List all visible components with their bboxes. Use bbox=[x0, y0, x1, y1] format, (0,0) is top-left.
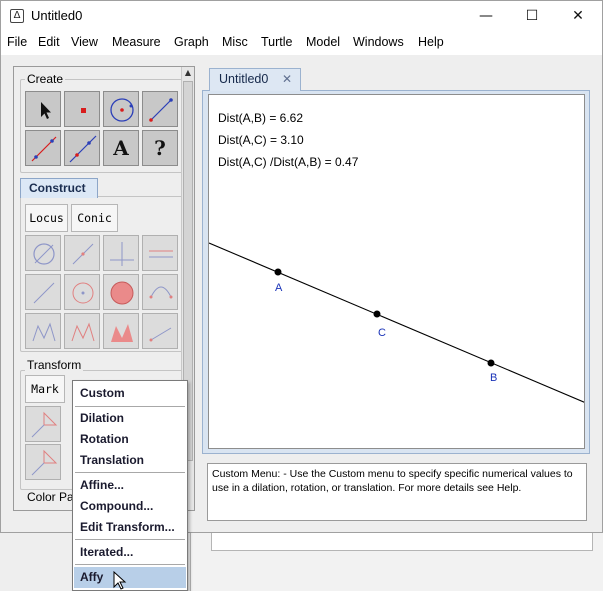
menu-bar: File Edit View Measure Graph Misc Turtle… bbox=[1, 31, 602, 55]
perpendicular-circle-tool[interactable] bbox=[25, 235, 61, 271]
menu-file[interactable]: File bbox=[7, 35, 27, 49]
circle-icon bbox=[110, 98, 134, 122]
point-label-b: B bbox=[490, 372, 498, 384]
polygon-icon bbox=[32, 322, 56, 342]
menu-item-affine[interactable]: Affine... bbox=[74, 475, 186, 496]
menu-separator bbox=[75, 472, 185, 473]
point-a[interactable] bbox=[274, 268, 282, 276]
midpoint-tool[interactable] bbox=[64, 235, 100, 271]
circle-slash-icon bbox=[33, 243, 55, 265]
locus-button[interactable]: Locus bbox=[25, 204, 68, 232]
construct-tab[interactable]: Construct bbox=[20, 178, 98, 198]
line-through-points[interactable] bbox=[209, 242, 585, 403]
point-c[interactable] bbox=[373, 310, 381, 318]
menu-graph[interactable]: Graph bbox=[174, 35, 209, 49]
menu-measure[interactable]: Measure bbox=[112, 35, 161, 49]
parallel-icon bbox=[149, 250, 173, 258]
point-icon bbox=[81, 108, 86, 113]
parallel-tool[interactable] bbox=[142, 235, 178, 271]
color-palette-title: Color Pa bbox=[25, 490, 76, 504]
segment-icon bbox=[149, 98, 173, 122]
filled-polygon-tool[interactable] bbox=[103, 313, 139, 349]
menu-item-dilation[interactable]: Dilation bbox=[74, 408, 186, 429]
window-title: Untitled0 bbox=[31, 8, 83, 23]
menu-view[interactable]: View bbox=[71, 35, 98, 49]
text-tool[interactable]: A bbox=[103, 130, 139, 166]
polyline-tool[interactable] bbox=[64, 313, 100, 349]
scroll-up-icon[interactable]: ▲ bbox=[182, 67, 194, 79]
menu-item-custom[interactable]: Custom bbox=[74, 383, 186, 404]
menu-item-affy[interactable]: Affy bbox=[74, 567, 186, 588]
filled-circle-icon bbox=[110, 281, 134, 305]
transform-group-title: Transform bbox=[25, 358, 84, 372]
polyline-icon bbox=[71, 322, 95, 342]
point-tool[interactable] bbox=[64, 91, 100, 127]
line-icon bbox=[69, 135, 97, 163]
reflect-icon bbox=[31, 411, 58, 438]
menu-separator bbox=[75, 406, 185, 407]
menu-windows[interactable]: Windows bbox=[353, 35, 404, 49]
midpoint-icon bbox=[72, 243, 94, 265]
help-tool[interactable]: ? bbox=[142, 130, 178, 166]
menu-separator bbox=[75, 564, 185, 565]
minimize-button[interactable]: — bbox=[463, 1, 509, 31]
conic-button[interactable]: Conic bbox=[71, 204, 118, 232]
arrow-pointer-icon bbox=[41, 102, 51, 119]
point-label-a: A bbox=[275, 282, 283, 294]
filled-polygon-icon bbox=[111, 324, 133, 342]
polygon-tool[interactable] bbox=[25, 313, 61, 349]
dilate-tool[interactable] bbox=[25, 444, 61, 480]
close-tab-icon[interactable]: ✕ bbox=[282, 69, 292, 90]
circle-center-icon bbox=[72, 282, 94, 304]
vector-tool[interactable] bbox=[142, 313, 178, 349]
menu-misc[interactable]: Misc bbox=[222, 35, 248, 49]
sketch-canvas[interactable]: Dist(A,B) = 6.62 Dist(A,C) = 3.10 Dist(A… bbox=[208, 94, 585, 449]
circle-tool[interactable] bbox=[103, 91, 139, 127]
point-label-c: C bbox=[378, 327, 386, 339]
title-bar[interactable]: Δ Untitled0 — ☐ ✕ bbox=[1, 1, 602, 31]
mark-button[interactable]: Mark bbox=[25, 375, 65, 403]
background-window-frame bbox=[211, 533, 593, 551]
mouse-cursor-icon bbox=[113, 571, 127, 590]
menu-item-iterated[interactable]: Iterated... bbox=[74, 542, 186, 563]
perpendicular-tool[interactable] bbox=[103, 235, 139, 271]
menu-item-edit-transform[interactable]: Edit Transform... bbox=[74, 517, 186, 538]
filled-circle-tool[interactable] bbox=[103, 274, 139, 310]
arc-tool[interactable] bbox=[142, 274, 178, 310]
menu-model[interactable]: Model bbox=[306, 35, 340, 49]
tab-untitled0[interactable]: Untitled0 ✕ bbox=[209, 68, 301, 91]
line-tool[interactable] bbox=[64, 130, 100, 166]
geometry-layer bbox=[209, 242, 585, 403]
app-icon: Δ bbox=[10, 9, 24, 23]
perpendicular-icon bbox=[110, 242, 134, 266]
menu-item-rotation[interactable]: Rotation bbox=[74, 429, 186, 450]
menu-turtle[interactable]: Turtle bbox=[261, 35, 293, 49]
point-b[interactable] bbox=[487, 359, 495, 367]
reflect-tool[interactable] bbox=[25, 406, 61, 442]
segment-tool[interactable] bbox=[142, 91, 178, 127]
maximize-button[interactable]: ☐ bbox=[509, 1, 555, 31]
ray-tool[interactable] bbox=[25, 130, 61, 166]
menu-edit[interactable]: Edit bbox=[38, 35, 60, 49]
background-window bbox=[190, 533, 603, 591]
menu-help[interactable]: Help bbox=[418, 35, 444, 49]
close-window-button[interactable]: ✕ bbox=[555, 1, 601, 31]
arc-icon bbox=[149, 286, 173, 299]
menu-item-compound[interactable]: Compound... bbox=[74, 496, 186, 517]
select-tool[interactable] bbox=[25, 91, 61, 127]
ray-icon bbox=[31, 136, 57, 162]
dilate-icon bbox=[31, 449, 58, 476]
help-text-area: Custom Menu: - Use the Custom menu to sp… bbox=[207, 463, 587, 521]
bisector-tool[interactable] bbox=[25, 274, 61, 310]
tab-label: Untitled0 bbox=[219, 72, 269, 86]
transform-custom-menu: Custom Dilation Rotation Translation Aff… bbox=[72, 380, 188, 591]
menu-separator bbox=[75, 539, 185, 540]
bisector-icon bbox=[33, 282, 55, 304]
vector-icon bbox=[149, 327, 172, 342]
create-group-title: Create bbox=[25, 72, 66, 86]
menu-item-translation[interactable]: Translation bbox=[74, 450, 186, 471]
circle-center-tool[interactable] bbox=[64, 274, 100, 310]
